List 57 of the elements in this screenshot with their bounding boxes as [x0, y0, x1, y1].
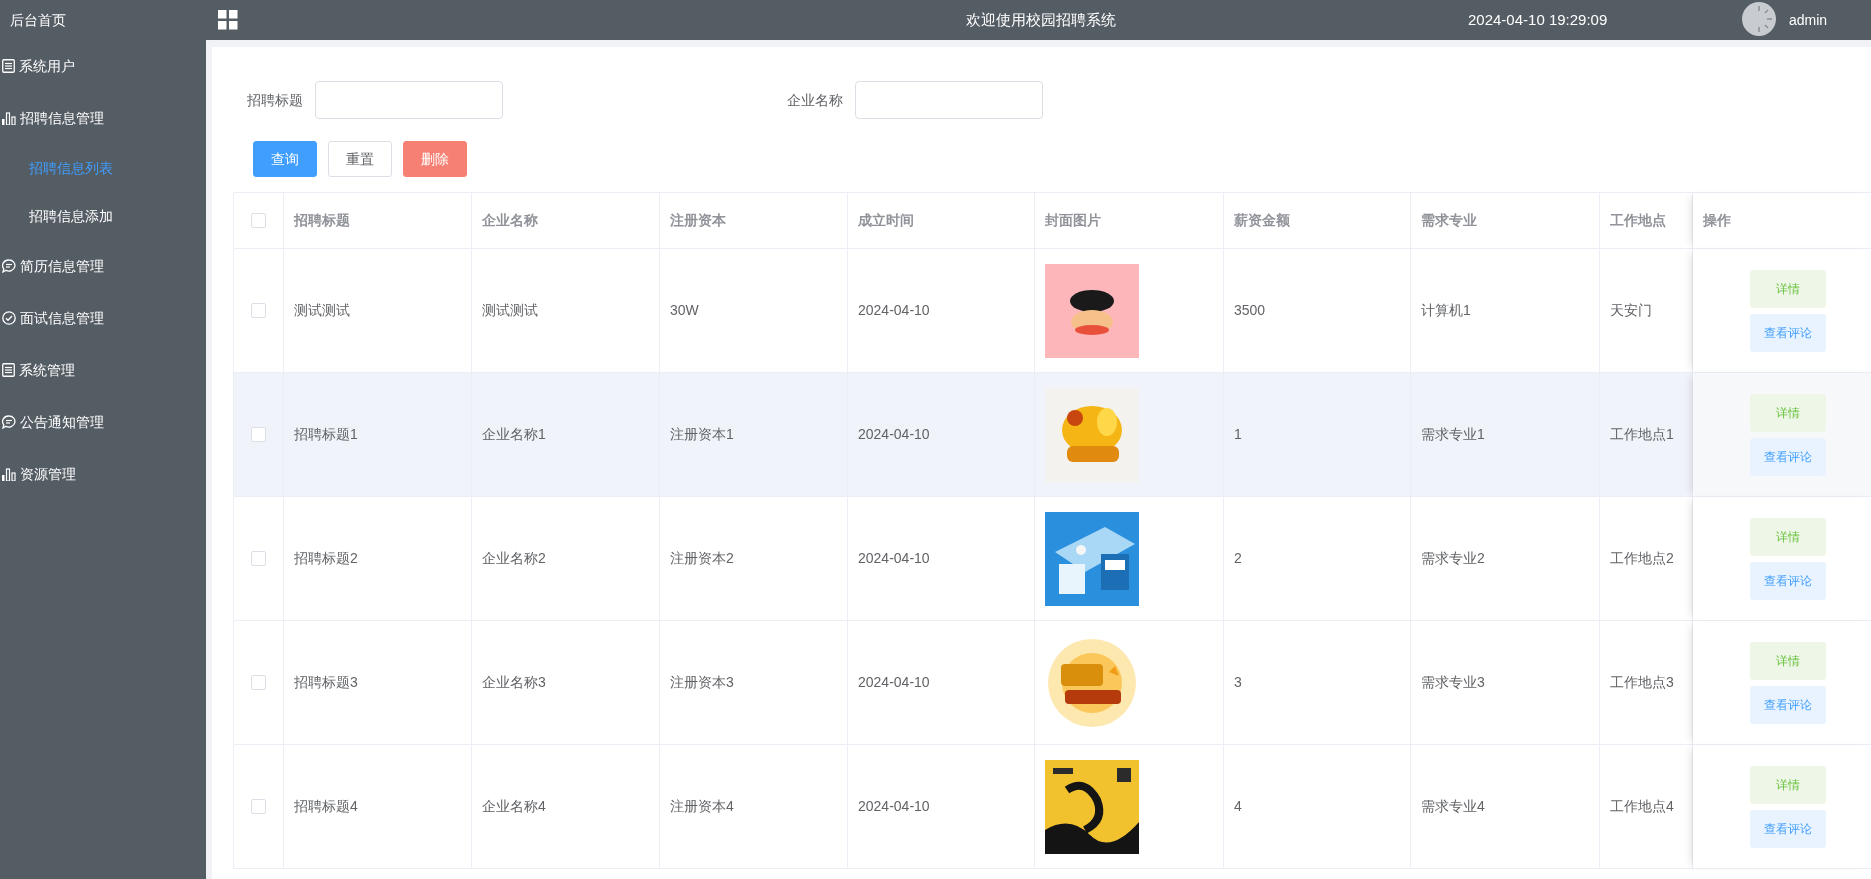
checkbox[interactable]: [251, 213, 266, 228]
list-icon: [2, 59, 15, 73]
details-button[interactable]: 详情: [1750, 765, 1826, 804]
comments-button[interactable]: 查看评论: [1750, 809, 1826, 848]
table-cell: 需求专业4: [1411, 745, 1600, 869]
action-button[interactable]: 查询: [253, 141, 317, 177]
menu-item[interactable]: 公告通知管理: [0, 396, 206, 448]
table-row[interactable]: 招聘标题2 企业名称2 注册资本2 2024-04-10 2 需求专业2 工作地点2 详情 查看评论: [234, 497, 1871, 621]
table-row[interactable]: 招聘标题4 企业名称4 注册资本4 2024-04-10 4 需求专业4 工作地点4 详情 查看评论: [234, 745, 1871, 869]
table-cell: 注册资本4: [660, 745, 848, 869]
field-label: 招聘标题: [247, 90, 303, 110]
table-row[interactable]: 测试测试 测试测试 30W 2024-04-10 3500 计算机1 天安门 详情 查看评论: [234, 249, 1871, 373]
menu-item[interactable]: 招聘信息管理: [0, 92, 206, 144]
date-time: 2024-04-10 19:29:09: [1468, 9, 1608, 30]
action-button[interactable]: 重置: [328, 141, 392, 177]
table-row[interactable]: 招聘标题3 企业名称3 注册资本3 2024-04-10 3 需求专业3 工作地点3 详情 查看评论: [234, 621, 1871, 745]
column-header[interactable]: 操作: [1693, 193, 1871, 249]
user-name[interactable]: admin: [1789, 9, 1828, 31]
menu-item[interactable]: 系统用户: [0, 40, 206, 92]
submenu-item[interactable]: 招聘信息添加: [0, 192, 206, 240]
menu-item[interactable]: 资源管理: [0, 448, 206, 500]
grid-menu-icon[interactable]: [218, 10, 238, 30]
bar-chart-icon: [2, 467, 16, 481]
check-circle-icon: [2, 311, 16, 325]
details-button[interactable]: 详情: [1750, 641, 1826, 680]
checkbox[interactable]: [251, 303, 266, 318]
comments-button[interactable]: 查看评论: [1750, 561, 1826, 600]
menu-item[interactable]: 系统管理: [0, 344, 206, 396]
avatar-icon[interactable]: [1742, 2, 1776, 36]
menu-item[interactable]: 面试信息管理: [0, 292, 206, 344]
list-icon: [2, 363, 15, 377]
bar-chart-icon: [2, 111, 16, 125]
chat-icon: [2, 259, 16, 273]
field-label: 企业名称: [787, 90, 843, 110]
comments-button[interactable]: 查看评论: [1750, 313, 1826, 352]
action-button[interactable]: 删除: [403, 141, 467, 177]
text-input[interactable]: [315, 81, 503, 119]
comments-button[interactable]: 查看评论: [1750, 437, 1826, 476]
details-button[interactable]: 详情: [1750, 517, 1826, 556]
text-input[interactable]: [855, 81, 1043, 119]
details-button[interactable]: 详情: [1750, 393, 1826, 432]
menu-item[interactable]: 简历信息管理: [0, 240, 206, 292]
chat-icon: [2, 415, 16, 429]
page-title: 欢迎使用校园招聘系统: [966, 9, 1116, 30]
details-button[interactable]: 详情: [1750, 269, 1826, 308]
table-row[interactable]: 招聘标题1 企业名称1 注册资本1 2024-04-10 1 需求专业1 工作地点1 详情 查看评论: [234, 373, 1871, 497]
comments-button[interactable]: 查看评论: [1750, 685, 1826, 724]
table-cell: 企业名称4: [472, 745, 660, 869]
checkbox[interactable]: [251, 551, 266, 566]
table-cell: 招聘标题4: [284, 745, 472, 869]
checkbox[interactable]: [251, 799, 266, 814]
table-cell: 4: [1224, 745, 1411, 869]
submenu-item[interactable]: 招聘信息列表: [0, 144, 206, 192]
checkbox[interactable]: [251, 427, 266, 442]
menu-item[interactable]: 后台首页: [0, 0, 206, 40]
checkbox[interactable]: [251, 675, 266, 690]
table-cell: 2024-04-10: [848, 745, 1035, 869]
